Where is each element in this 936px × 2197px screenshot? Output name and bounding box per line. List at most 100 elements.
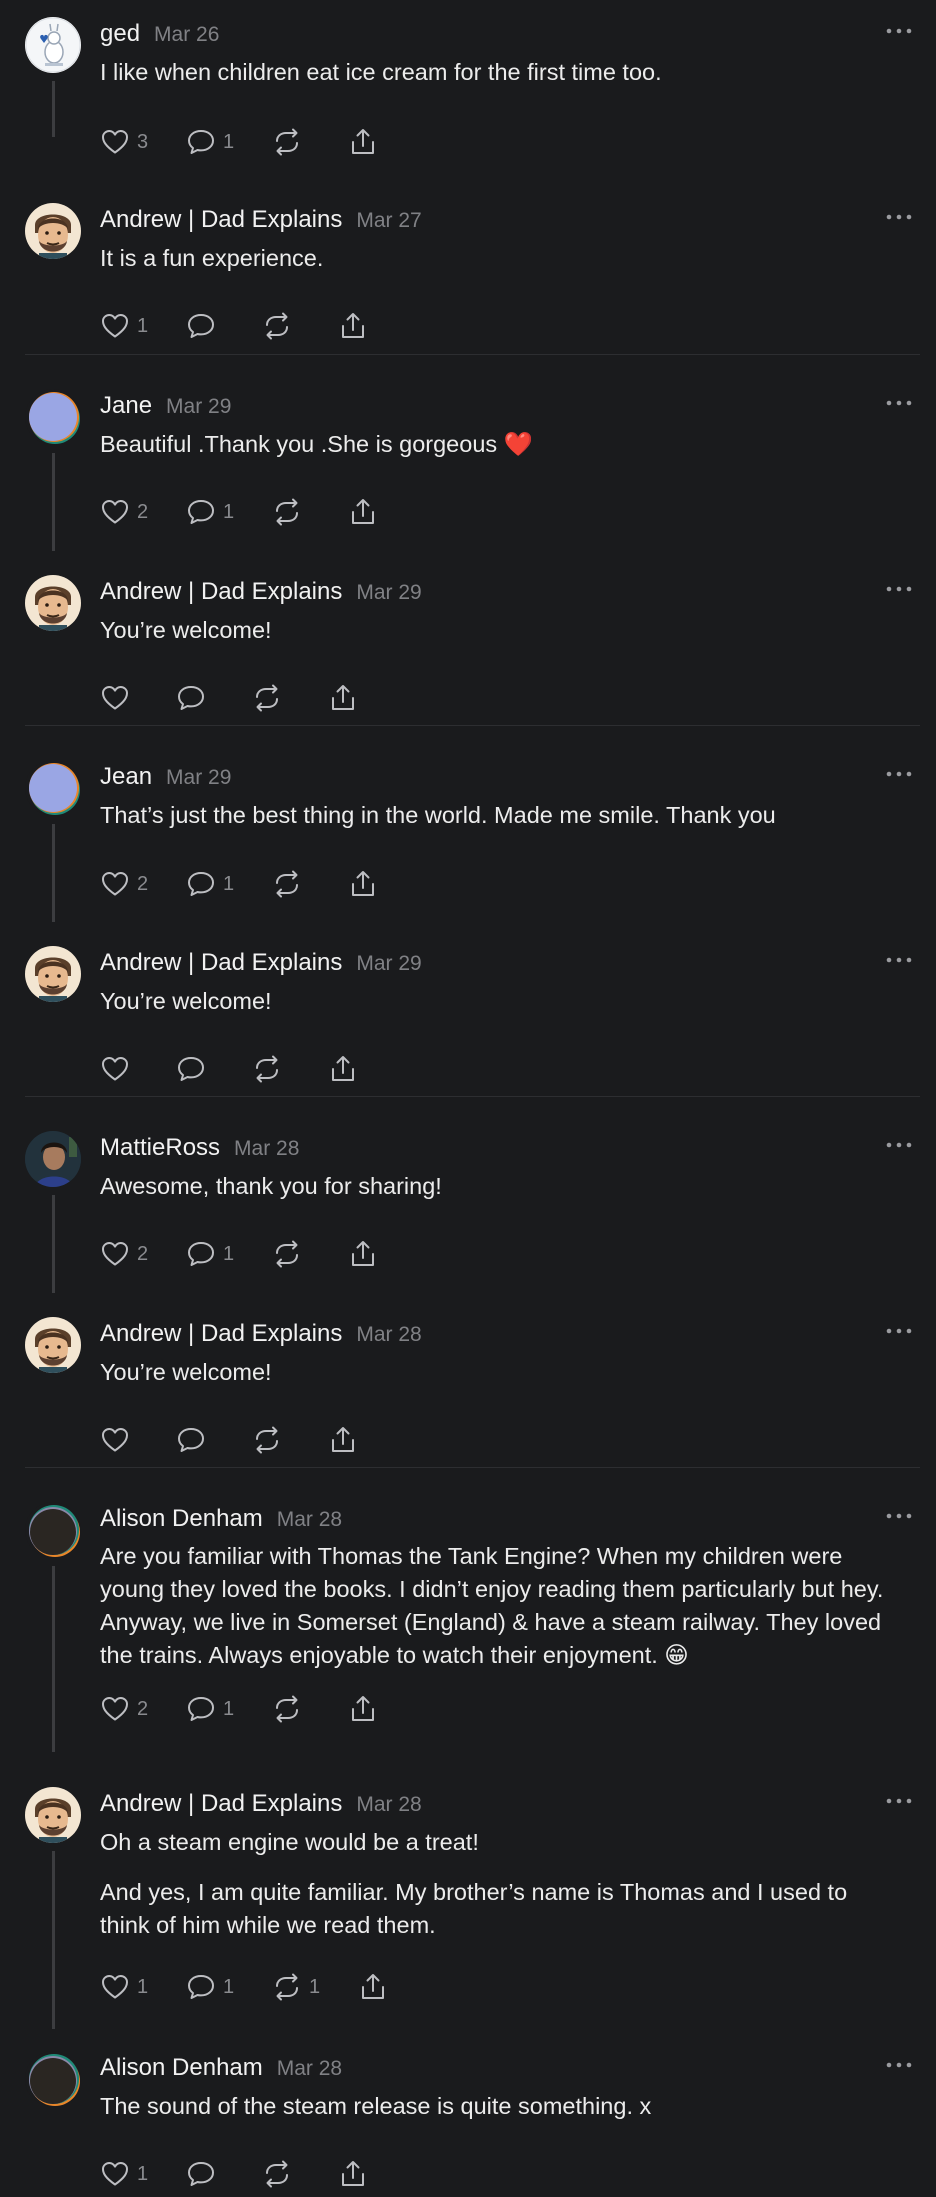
like-button[interactable]: 1 [100, 309, 148, 343]
like-button[interactable] [100, 1052, 130, 1086]
comment-date[interactable]: Mar 28 [277, 1508, 342, 1531]
author-name[interactable]: Alison Denham [100, 2054, 263, 2081]
author-name[interactable]: Andrew | Dad Explains [100, 206, 342, 233]
reply-count: 1 [223, 130, 235, 153]
author-name[interactable]: Alison Denham [100, 1505, 263, 1532]
share-button[interactable] [348, 1692, 378, 1726]
like-button[interactable]: 2 [100, 1692, 148, 1726]
comment-date[interactable]: Mar 29 [356, 952, 421, 975]
repost-icon [266, 2160, 288, 2188]
share-button[interactable] [348, 1237, 378, 1271]
comment-text: You’re welcome! [100, 614, 900, 647]
author-name[interactable]: Andrew | Dad Explains [100, 578, 342, 605]
andrew-avatar [25, 1787, 81, 1843]
comment-date[interactable]: Mar 29 [166, 395, 231, 418]
like-button[interactable]: 3 [100, 125, 148, 159]
share-button[interactable] [328, 1423, 358, 1457]
repost-button[interactable] [262, 309, 292, 343]
reply-button[interactable]: 1 [186, 1970, 234, 2004]
reply-button[interactable]: 1 [186, 495, 234, 529]
andrew-avatar [25, 946, 81, 1002]
more-options-button[interactable] [884, 393, 914, 413]
repost-icon [266, 312, 288, 340]
reply-button[interactable] [176, 1423, 206, 1457]
like-button[interactable]: 2 [100, 495, 148, 529]
more-options-button[interactable] [884, 2055, 914, 2075]
share-button[interactable] [348, 867, 378, 901]
repost-button[interactable] [272, 1692, 302, 1726]
repost-button[interactable]: 1 [272, 1970, 320, 2004]
share-button[interactable] [328, 681, 358, 715]
reply-button[interactable]: 1 [186, 125, 234, 159]
comment-feed: ged Mar 26 I like when children eat ice cr… [0, 0, 936, 2188]
more-options-button[interactable] [884, 1321, 914, 1341]
share-button[interactable] [328, 1052, 358, 1086]
author-name[interactable]: ged [100, 20, 140, 47]
reply-button[interactable] [176, 1052, 206, 1086]
avatar[interactable] [25, 575, 81, 631]
share-button[interactable] [348, 125, 378, 159]
reply-icon [188, 1242, 214, 1266]
like-count: 1 [137, 314, 149, 337]
repost-button[interactable] [272, 1237, 302, 1271]
more-options-button[interactable] [884, 764, 914, 784]
comment-date[interactable]: Mar 28 [277, 2057, 342, 2080]
avatar[interactable] [25, 1317, 81, 1373]
author-name[interactable]: Andrew | Dad Explains [100, 949, 342, 976]
author-name[interactable]: Andrew | Dad Explains [100, 1320, 342, 1347]
avatar[interactable] [25, 760, 81, 816]
author-name[interactable]: MattieRoss [100, 1134, 220, 1161]
share-button[interactable] [348, 495, 378, 529]
repost-button[interactable] [252, 681, 282, 715]
repost-button[interactable] [272, 125, 302, 159]
reply-button[interactable]: 1 [186, 1237, 234, 1271]
comment-date[interactable]: Mar 28 [356, 1793, 421, 1816]
avatar[interactable] [25, 2051, 81, 2107]
share-button[interactable] [338, 309, 368, 343]
avatar[interactable] [25, 17, 81, 73]
more-options-button[interactable] [884, 1506, 914, 1526]
more-options-button[interactable] [884, 950, 914, 970]
ged-avatar [25, 17, 81, 73]
like-button[interactable]: 2 [100, 1237, 148, 1271]
like-button[interactable]: 2 [100, 867, 148, 901]
reply-button[interactable]: 1 [186, 1692, 234, 1726]
reply-button[interactable]: 1 [186, 867, 234, 901]
more-options-button[interactable] [884, 1791, 914, 1811]
repost-button[interactable] [272, 495, 302, 529]
avatar[interactable] [25, 1131, 81, 1187]
share-button[interactable] [358, 1970, 388, 2004]
avatar[interactable] [25, 946, 81, 1002]
avatar[interactable] [25, 203, 81, 259]
repost-button[interactable] [272, 867, 302, 901]
author-name[interactable]: Andrew | Dad Explains [100, 1790, 342, 1817]
avatar[interactable] [25, 389, 81, 445]
author-name[interactable]: Jane [100, 392, 152, 419]
comment-date[interactable]: Mar 28 [234, 1137, 299, 1160]
comment-paragraph: The sound of the steam release is quite … [100, 2093, 652, 2119]
like-button[interactable] [100, 1423, 130, 1457]
comment-date[interactable]: Mar 29 [356, 581, 421, 604]
more-options-button[interactable] [884, 207, 914, 227]
more-options-button[interactable] [884, 579, 914, 599]
like-button[interactable]: 1 [100, 1970, 148, 2004]
like-button[interactable] [100, 681, 130, 715]
more-options-button[interactable] [884, 1135, 914, 1155]
comment-header: Alison Denham Mar 28 [100, 2051, 342, 2085]
comment-paragraph: It is a fun experience. [100, 245, 324, 271]
avatar[interactable] [25, 1502, 81, 1558]
comment-date[interactable]: Mar 29 [166, 766, 231, 789]
repost-button[interactable] [252, 1423, 282, 1457]
reply-button[interactable] [186, 309, 216, 343]
author-name[interactable]: Jean [100, 763, 152, 790]
comment: Jane Mar 29 Beautiful .Thank you .She is g… [0, 389, 936, 551]
more-options-button[interactable] [884, 21, 914, 41]
repost-button[interactable] [252, 1052, 282, 1086]
comment-date[interactable]: Mar 28 [356, 1323, 421, 1346]
like-count: 2 [137, 500, 149, 523]
avatar[interactable] [25, 1787, 81, 1843]
comment-date[interactable]: Mar 27 [356, 209, 421, 232]
comment-date[interactable]: Mar 26 [154, 23, 219, 46]
reply-button[interactable] [176, 681, 206, 715]
thread-divider [25, 1467, 920, 1468]
